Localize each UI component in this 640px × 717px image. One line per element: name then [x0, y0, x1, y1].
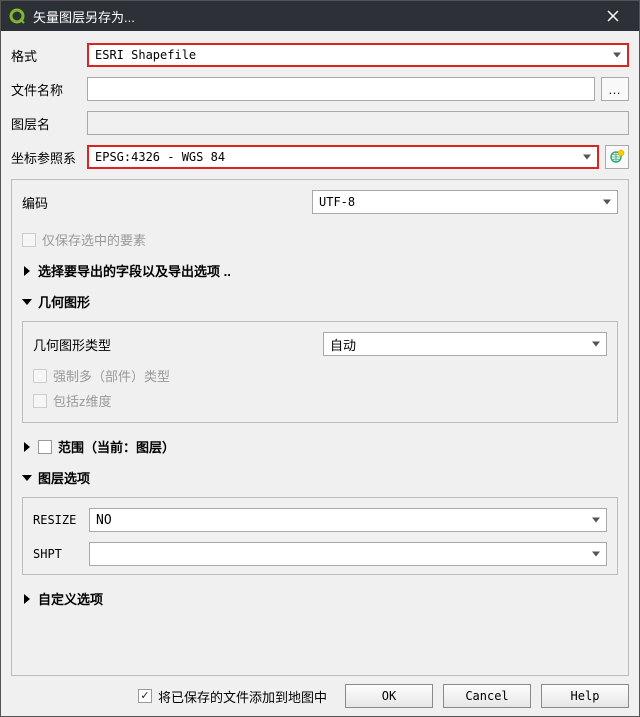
include-z-checkbox	[33, 394, 47, 408]
footer: 将已保存的文件添加到地图中 OK Cancel Help	[1, 676, 639, 716]
select-fields-row[interactable]: 选择要导出的字段以及导出选项 ..	[22, 261, 618, 280]
geometry-label: 几何图形	[38, 292, 90, 311]
add-to-map-label: 将已保存的文件添加到地图中	[158, 687, 327, 706]
content-area: 格式 ESRI Shapefile 文件名称 … 图层名 坐标参照系	[1, 31, 639, 676]
encoding-row: 编码 UTF-8	[22, 190, 618, 214]
encoding-value: UTF-8	[319, 195, 355, 209]
expand-right-icon	[22, 594, 32, 604]
layer-options-group: RESIZE NO SHPT	[22, 497, 618, 575]
custom-options-label: 自定义选项	[38, 589, 103, 608]
layer-options-label: 图层选项	[38, 468, 90, 487]
shpt-combo[interactable]	[89, 542, 607, 566]
chevron-down-icon	[583, 155, 591, 160]
geometry-group: 几何图形类型 自动 强制多（部件）类型 包括z维度	[22, 321, 618, 423]
crs-label: 坐标参照系	[11, 148, 87, 167]
format-combo[interactable]: ESRI Shapefile	[87, 43, 629, 67]
geometry-type-combo[interactable]: 自动	[323, 332, 607, 356]
crs-select-button[interactable]	[605, 145, 629, 169]
extent-row[interactable]: 范围（当前：图层）	[22, 437, 618, 456]
encoding-combo[interactable]: UTF-8	[312, 190, 618, 214]
close-icon	[607, 10, 619, 22]
crs-value: EPSG:4326 - WGS 84	[95, 150, 225, 164]
resize-combo[interactable]: NO	[89, 508, 607, 532]
expand-right-icon	[22, 442, 32, 452]
layername-label: 图层名	[11, 114, 87, 133]
layername-row: 图层名	[11, 111, 629, 135]
force-multi-checkbox	[33, 369, 47, 383]
cancel-button[interactable]: Cancel	[443, 684, 531, 708]
format-value: ESRI Shapefile	[95, 48, 196, 62]
shpt-row: SHPT	[33, 542, 607, 566]
select-fields-label: 选择要导出的字段以及导出选项 ..	[38, 261, 231, 280]
options-panel: 编码 UTF-8 仅保存选中的要素 选择要导出的字段以及导出选项 .. 几何图形	[11, 179, 629, 676]
geometry-type-value: 自动	[330, 335, 356, 354]
force-multi-row: 强制多（部件）类型	[33, 366, 607, 385]
resize-label: RESIZE	[33, 513, 89, 527]
ok-button[interactable]: OK	[345, 684, 433, 708]
chevron-down-icon	[592, 552, 600, 557]
expand-right-icon	[22, 266, 32, 276]
resize-value: NO	[96, 513, 112, 528]
filename-label: 文件名称	[11, 80, 87, 99]
extent-label: 范围（当前：图层）	[58, 437, 175, 456]
format-label: 格式	[11, 46, 87, 65]
expand-down-icon	[22, 475, 32, 481]
chevron-down-icon	[603, 200, 611, 205]
include-z-label: 包括z维度	[53, 391, 112, 410]
titlebar: 矢量图层另存为...	[1, 1, 639, 31]
browse-button[interactable]: …	[601, 77, 629, 101]
crs-row: 坐标参照系 EPSG:4326 - WGS 84	[11, 145, 629, 169]
custom-options-row[interactable]: 自定义选项	[22, 589, 618, 608]
chevron-down-icon	[592, 518, 600, 523]
save-selected-row: 仅保存选中的要素	[22, 230, 618, 249]
include-z-row: 包括z维度	[33, 391, 607, 410]
force-multi-label: 强制多（部件）类型	[53, 366, 170, 385]
filename-row: 文件名称 …	[11, 77, 629, 101]
dialog-window: 矢量图层另存为... 格式 ESRI Shapefile 文件名称 … 图层名	[0, 0, 640, 717]
format-row: 格式 ESRI Shapefile	[11, 43, 629, 67]
geometry-row[interactable]: 几何图形	[22, 292, 618, 311]
layer-options-row[interactable]: 图层选项	[22, 468, 618, 487]
chevron-down-icon	[592, 342, 600, 347]
save-selected-checkbox	[22, 233, 36, 247]
encoding-label: 编码	[22, 193, 312, 212]
shpt-label: SHPT	[33, 547, 89, 561]
add-to-map-checkbox[interactable]	[138, 689, 152, 703]
resize-row: RESIZE NO	[33, 508, 607, 532]
chevron-down-icon	[613, 53, 621, 58]
filename-input[interactable]	[87, 77, 595, 101]
geometry-type-row: 几何图形类型 自动	[33, 332, 607, 356]
add-to-map-row: 将已保存的文件添加到地图中	[138, 687, 327, 706]
layername-input	[87, 111, 629, 135]
expand-down-icon	[22, 299, 32, 305]
window-title: 矢量图层另存为...	[33, 7, 595, 26]
save-selected-label: 仅保存选中的要素	[42, 230, 146, 249]
geometry-type-label: 几何图形类型	[33, 335, 323, 354]
browse-dots: …	[608, 82, 622, 97]
close-button[interactable]	[595, 1, 631, 31]
extent-checkbox[interactable]	[38, 440, 52, 454]
globe-icon	[609, 149, 625, 165]
app-logo-icon	[9, 8, 25, 24]
help-button[interactable]: Help	[541, 684, 629, 708]
crs-combo[interactable]: EPSG:4326 - WGS 84	[87, 145, 599, 169]
spacer	[22, 614, 618, 665]
